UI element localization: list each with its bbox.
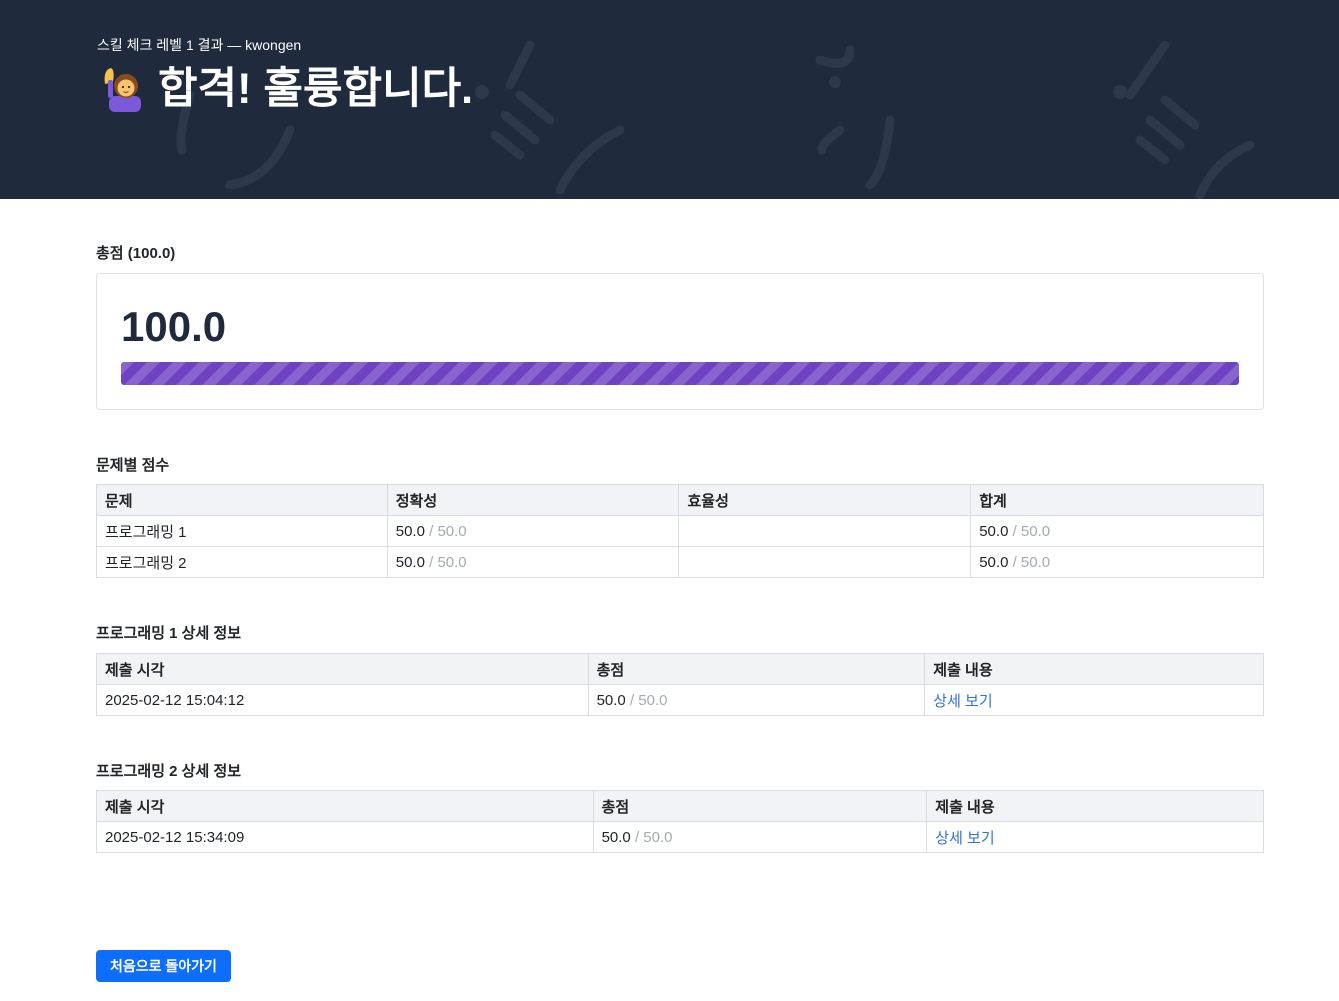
total-cell: 50.0 / 50.0 bbox=[970, 546, 1264, 578]
column-header-submission: 제출 내용 bbox=[924, 653, 1264, 685]
table-header-row: 제출 시각 총점 제출 내용 bbox=[96, 653, 1264, 685]
submitted-at: 2025-02-12 15:04:12 bbox=[96, 684, 589, 716]
column-header-problem: 문제 bbox=[96, 484, 388, 516]
accuracy-cell: 50.0 / 50.0 bbox=[386, 546, 680, 578]
efficiency-cell bbox=[678, 515, 972, 547]
total-cell: 50.0 / 50.0 bbox=[970, 515, 1264, 547]
page-subtitle: 스킬 체크 레벨 1 결과 — kwongen bbox=[97, 37, 302, 53]
problem-1-detail-title: 프로그래밍 1 상세 정보 bbox=[96, 625, 242, 642]
column-header-total: 합계 bbox=[970, 484, 1264, 516]
problem-scores-table: 문제 정확성 효율성 합계 프로그래밍 1 50.0 / 50.0 50.0 /… bbox=[96, 484, 1264, 578]
back-to-start-button[interactable]: 처음으로 돌아가기 bbox=[96, 950, 231, 982]
submission-score-max: / 50.0 bbox=[634, 828, 673, 846]
total-max: / 50.0 bbox=[1012, 553, 1051, 571]
table-row: 2025-02-12 15:04:12 50.0 / 50.0 상세 보기 bbox=[96, 684, 1264, 716]
accuracy-max: / 50.0 bbox=[429, 553, 467, 571]
total-score-title: 총점 (100.0) bbox=[96, 245, 176, 262]
result-header: 스킬 체크 레벨 1 결과 — kwongen 합격! 훌륭합니다. bbox=[0, 0, 1339, 199]
problem-name: 프로그래밍 2 bbox=[96, 546, 388, 578]
column-header-submission: 제출 내용 bbox=[926, 790, 1264, 822]
column-header-score: 총점 bbox=[592, 790, 928, 822]
accuracy-score: 50.0 bbox=[395, 553, 425, 571]
column-header-efficiency: 효율성 bbox=[678, 484, 972, 516]
score-cell: 50.0 / 50.0 bbox=[592, 821, 928, 853]
submission-cell: 상세 보기 bbox=[926, 821, 1264, 853]
problem-scores-title: 문제별 점수 bbox=[96, 457, 170, 474]
total-score-card: 100.0 bbox=[96, 273, 1264, 410]
score-cell: 50.0 / 50.0 bbox=[587, 684, 926, 716]
submission-score: 50.0 bbox=[596, 691, 626, 709]
person-raising-hand-icon bbox=[104, 68, 141, 112]
view-details-link[interactable]: 상세 보기 bbox=[933, 693, 992, 710]
total-score-progress-fill bbox=[121, 362, 1239, 385]
problem-2-detail-title: 프로그래밍 2 상세 정보 bbox=[96, 763, 242, 780]
problem-2-detail-table: 제출 시각 총점 제출 내용 2025-02-12 15:34:09 50.0 … bbox=[96, 790, 1264, 853]
accuracy-max: / 50.0 bbox=[429, 522, 467, 540]
page-title: 합격! 훌륭합니다. bbox=[158, 65, 474, 113]
column-header-submitted-at: 제출 시각 bbox=[96, 653, 589, 685]
efficiency-cell bbox=[678, 546, 972, 578]
table-row: 프로그래밍 1 50.0 / 50.0 50.0 / 50.0 bbox=[96, 515, 1264, 547]
total-score: 50.0 bbox=[979, 522, 1009, 540]
total-max: / 50.0 bbox=[1012, 522, 1051, 540]
total-score-value: 100.0 bbox=[121, 303, 227, 350]
problem-1-detail-table: 제출 시각 총점 제출 내용 2025-02-12 15:04:12 50.0 … bbox=[96, 653, 1264, 716]
table-row: 2025-02-12 15:34:09 50.0 / 50.0 상세 보기 bbox=[96, 821, 1264, 853]
accuracy-cell: 50.0 / 50.0 bbox=[386, 515, 680, 547]
submission-score-max: / 50.0 bbox=[629, 691, 668, 709]
column-header-accuracy: 정확성 bbox=[386, 484, 680, 516]
accuracy-score: 50.0 bbox=[395, 522, 425, 540]
submission-cell: 상세 보기 bbox=[924, 684, 1264, 716]
submission-score: 50.0 bbox=[601, 828, 631, 846]
total-score-progress bbox=[121, 362, 1239, 385]
column-header-score: 총점 bbox=[587, 653, 926, 685]
total-score: 50.0 bbox=[979, 553, 1009, 571]
problem-name: 프로그래밍 1 bbox=[96, 515, 388, 547]
submitted-at: 2025-02-12 15:34:09 bbox=[96, 821, 594, 853]
table-header-row: 문제 정확성 효율성 합계 bbox=[96, 484, 1264, 516]
table-header-row: 제출 시각 총점 제출 내용 bbox=[96, 790, 1264, 822]
view-details-link[interactable]: 상세 보기 bbox=[935, 830, 994, 847]
column-header-submitted-at: 제출 시각 bbox=[96, 790, 594, 822]
table-row: 프로그래밍 2 50.0 / 50.0 50.0 / 50.0 bbox=[96, 546, 1264, 578]
